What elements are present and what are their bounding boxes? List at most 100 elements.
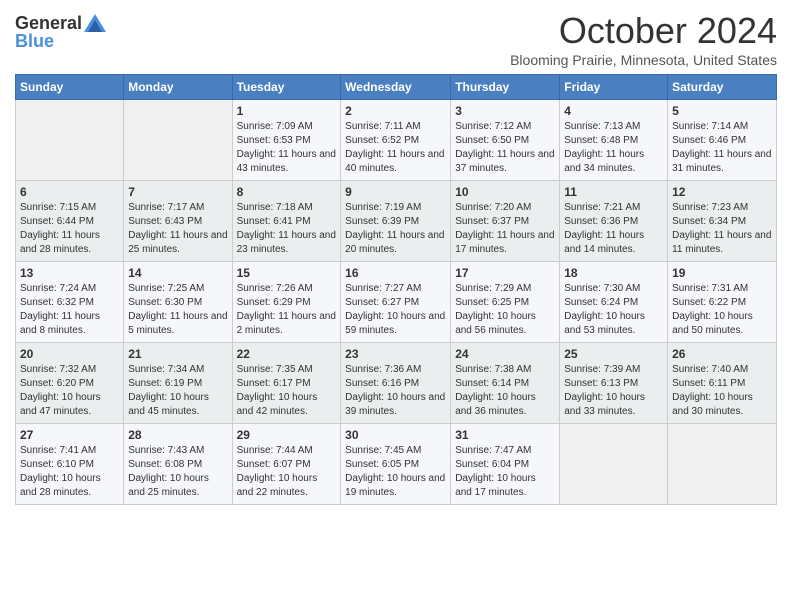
- day-number: 26: [672, 347, 772, 361]
- calendar-cell: 15 Sunrise: 7:26 AMSunset: 6:29 PMDaylig…: [232, 262, 341, 343]
- calendar-cell: 16 Sunrise: 7:27 AMSunset: 6:27 PMDaylig…: [341, 262, 451, 343]
- day-header-thursday: Thursday: [451, 75, 560, 100]
- day-info: Sunrise: 7:21 AMSunset: 6:36 PMDaylight:…: [564, 201, 663, 257]
- day-number: 24: [455, 347, 555, 361]
- title-area: October 2024 Blooming Prairie, Minnesota…: [510, 10, 777, 68]
- calendar-week-5: 27 Sunrise: 7:41 AMSunset: 6:10 PMDaylig…: [16, 424, 777, 505]
- day-info: Sunrise: 7:38 AMSunset: 6:14 PMDaylight:…: [455, 363, 555, 419]
- calendar-cell: 27 Sunrise: 7:41 AMSunset: 6:10 PMDaylig…: [16, 424, 124, 505]
- day-info: Sunrise: 7:34 AMSunset: 6:19 PMDaylight:…: [128, 363, 227, 419]
- calendar-cell: 17 Sunrise: 7:29 AMSunset: 6:25 PMDaylig…: [451, 262, 560, 343]
- calendar-week-1: 1 Sunrise: 7:09 AMSunset: 6:53 PMDayligh…: [16, 100, 777, 181]
- day-info: Sunrise: 7:25 AMSunset: 6:30 PMDaylight:…: [128, 282, 227, 338]
- calendar-table: SundayMondayTuesdayWednesdayThursdayFrid…: [15, 74, 777, 505]
- day-number: 19: [672, 266, 772, 280]
- day-info: Sunrise: 7:36 AMSunset: 6:16 PMDaylight:…: [345, 363, 446, 419]
- day-info: Sunrise: 7:20 AMSunset: 6:37 PMDaylight:…: [455, 201, 555, 257]
- calendar-cell: 4 Sunrise: 7:13 AMSunset: 6:48 PMDayligh…: [560, 100, 668, 181]
- day-number: 3: [455, 104, 555, 118]
- day-number: 4: [564, 104, 663, 118]
- day-number: 15: [237, 266, 337, 280]
- calendar-cell: 14 Sunrise: 7:25 AMSunset: 6:30 PMDaylig…: [124, 262, 232, 343]
- day-number: 27: [20, 428, 119, 442]
- day-info: Sunrise: 7:23 AMSunset: 6:34 PMDaylight:…: [672, 201, 772, 257]
- calendar-week-2: 6 Sunrise: 7:15 AMSunset: 6:44 PMDayligh…: [16, 181, 777, 262]
- calendar-cell: 25 Sunrise: 7:39 AMSunset: 6:13 PMDaylig…: [560, 343, 668, 424]
- day-number: 12: [672, 185, 772, 199]
- day-number: 1: [237, 104, 337, 118]
- calendar-cell: [668, 424, 777, 505]
- day-number: 13: [20, 266, 119, 280]
- day-number: 21: [128, 347, 227, 361]
- day-number: 20: [20, 347, 119, 361]
- calendar-cell: 30 Sunrise: 7:45 AMSunset: 6:05 PMDaylig…: [341, 424, 451, 505]
- day-number: 30: [345, 428, 446, 442]
- calendar-cell: [124, 100, 232, 181]
- calendar-cell: 13 Sunrise: 7:24 AMSunset: 6:32 PMDaylig…: [16, 262, 124, 343]
- logo-icon: [84, 14, 106, 32]
- day-info: Sunrise: 7:39 AMSunset: 6:13 PMDaylight:…: [564, 363, 663, 419]
- calendar-cell: 9 Sunrise: 7:19 AMSunset: 6:39 PMDayligh…: [341, 181, 451, 262]
- day-info: Sunrise: 7:19 AMSunset: 6:39 PMDaylight:…: [345, 201, 446, 257]
- calendar-cell: 20 Sunrise: 7:32 AMSunset: 6:20 PMDaylig…: [16, 343, 124, 424]
- logo-general-text: General: [15, 14, 82, 32]
- calendar-cell: 10 Sunrise: 7:20 AMSunset: 6:37 PMDaylig…: [451, 181, 560, 262]
- calendar-cell: [16, 100, 124, 181]
- day-info: Sunrise: 7:47 AMSunset: 6:04 PMDaylight:…: [455, 444, 555, 500]
- day-info: Sunrise: 7:35 AMSunset: 6:17 PMDaylight:…: [237, 363, 337, 419]
- day-info: Sunrise: 7:40 AMSunset: 6:11 PMDaylight:…: [672, 363, 772, 419]
- day-info: Sunrise: 7:43 AMSunset: 6:08 PMDaylight:…: [128, 444, 227, 500]
- day-number: 11: [564, 185, 663, 199]
- day-number: 31: [455, 428, 555, 442]
- day-header-saturday: Saturday: [668, 75, 777, 100]
- calendar-cell: 6 Sunrise: 7:15 AMSunset: 6:44 PMDayligh…: [16, 181, 124, 262]
- day-info: Sunrise: 7:32 AMSunset: 6:20 PMDaylight:…: [20, 363, 119, 419]
- calendar-cell: 12 Sunrise: 7:23 AMSunset: 6:34 PMDaylig…: [668, 181, 777, 262]
- calendar-cell: 18 Sunrise: 7:30 AMSunset: 6:24 PMDaylig…: [560, 262, 668, 343]
- day-info: Sunrise: 7:17 AMSunset: 6:43 PMDaylight:…: [128, 201, 227, 257]
- day-number: 22: [237, 347, 337, 361]
- day-info: Sunrise: 7:18 AMSunset: 6:41 PMDaylight:…: [237, 201, 337, 257]
- day-number: 7: [128, 185, 227, 199]
- day-number: 18: [564, 266, 663, 280]
- day-header-monday: Monday: [124, 75, 232, 100]
- day-info: Sunrise: 7:24 AMSunset: 6:32 PMDaylight:…: [20, 282, 119, 338]
- day-info: Sunrise: 7:13 AMSunset: 6:48 PMDaylight:…: [564, 120, 663, 176]
- day-number: 6: [20, 185, 119, 199]
- day-number: 10: [455, 185, 555, 199]
- days-header-row: SundayMondayTuesdayWednesdayThursdayFrid…: [16, 75, 777, 100]
- day-info: Sunrise: 7:41 AMSunset: 6:10 PMDaylight:…: [20, 444, 119, 500]
- calendar-week-4: 20 Sunrise: 7:32 AMSunset: 6:20 PMDaylig…: [16, 343, 777, 424]
- day-number: 28: [128, 428, 227, 442]
- day-number: 14: [128, 266, 227, 280]
- subtitle: Blooming Prairie, Minnesota, United Stat…: [510, 52, 777, 68]
- day-header-tuesday: Tuesday: [232, 75, 341, 100]
- day-header-friday: Friday: [560, 75, 668, 100]
- day-number: 9: [345, 185, 446, 199]
- day-number: 5: [672, 104, 772, 118]
- calendar-cell: 2 Sunrise: 7:11 AMSunset: 6:52 PMDayligh…: [341, 100, 451, 181]
- day-number: 23: [345, 347, 446, 361]
- calendar-cell: 3 Sunrise: 7:12 AMSunset: 6:50 PMDayligh…: [451, 100, 560, 181]
- logo-blue-text: Blue: [15, 32, 54, 50]
- page-header: General Blue October 2024 Blooming Prair…: [15, 10, 777, 68]
- day-number: 25: [564, 347, 663, 361]
- day-header-wednesday: Wednesday: [341, 75, 451, 100]
- calendar-week-3: 13 Sunrise: 7:24 AMSunset: 6:32 PMDaylig…: [16, 262, 777, 343]
- calendar-cell: 7 Sunrise: 7:17 AMSunset: 6:43 PMDayligh…: [124, 181, 232, 262]
- day-info: Sunrise: 7:26 AMSunset: 6:29 PMDaylight:…: [237, 282, 337, 338]
- calendar-cell: 28 Sunrise: 7:43 AMSunset: 6:08 PMDaylig…: [124, 424, 232, 505]
- day-info: Sunrise: 7:31 AMSunset: 6:22 PMDaylight:…: [672, 282, 772, 338]
- calendar-cell: 23 Sunrise: 7:36 AMSunset: 6:16 PMDaylig…: [341, 343, 451, 424]
- calendar-cell: 5 Sunrise: 7:14 AMSunset: 6:46 PMDayligh…: [668, 100, 777, 181]
- day-number: 2: [345, 104, 446, 118]
- day-number: 17: [455, 266, 555, 280]
- day-number: 8: [237, 185, 337, 199]
- day-header-sunday: Sunday: [16, 75, 124, 100]
- calendar-cell: 8 Sunrise: 7:18 AMSunset: 6:41 PMDayligh…: [232, 181, 341, 262]
- calendar-cell: 24 Sunrise: 7:38 AMSunset: 6:14 PMDaylig…: [451, 343, 560, 424]
- calendar-cell: 26 Sunrise: 7:40 AMSunset: 6:11 PMDaylig…: [668, 343, 777, 424]
- day-info: Sunrise: 7:12 AMSunset: 6:50 PMDaylight:…: [455, 120, 555, 176]
- day-info: Sunrise: 7:11 AMSunset: 6:52 PMDaylight:…: [345, 120, 446, 176]
- logo: General Blue: [15, 10, 106, 50]
